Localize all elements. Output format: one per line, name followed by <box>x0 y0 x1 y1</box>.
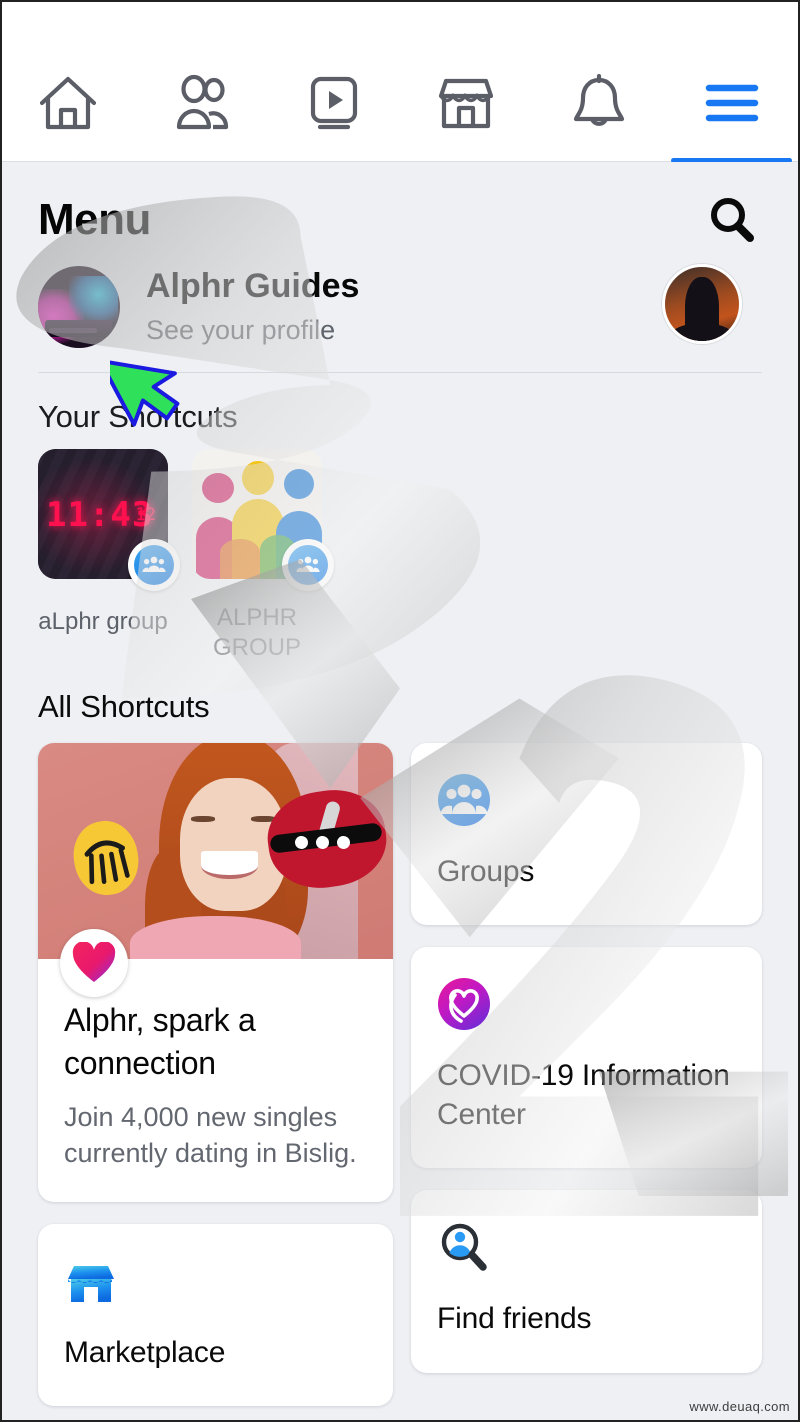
nav-tab-notifications[interactable] <box>533 44 666 162</box>
hamburger-menu-icon <box>705 84 758 121</box>
menu-header: Menu <box>2 162 798 256</box>
search-button[interactable] <box>702 190 762 250</box>
photo-eye-left <box>190 816 216 823</box>
dating-photo <box>38 743 393 959</box>
notifications-bell-icon <box>573 73 625 126</box>
covid-heart-icon <box>437 977 491 1031</box>
shortcut-card-find-friends[interactable]: Find friends <box>411 1190 762 1373</box>
account-avatar[interactable] <box>662 264 742 344</box>
nav-tab-menu[interactable] <box>665 44 798 163</box>
shortcut-card-label: Groups <box>437 855 535 888</box>
nav-tab-friends[interactable] <box>135 44 268 162</box>
shortcut-label: ALPHR GROUP <box>212 604 301 661</box>
menu-screen: Menu Alphr Guides See your profile Your … <box>0 0 800 1422</box>
search-icon <box>711 198 754 242</box>
page-title: Menu <box>38 195 151 244</box>
shortcut-card-label: Find friends <box>437 1302 592 1336</box>
heart-glyph <box>72 942 116 982</box>
profile-name: Alphr Guides <box>146 266 360 305</box>
watermark-url: www.deuaq.com <box>689 1399 790 1414</box>
shortcut-label: aLphr group <box>38 608 168 635</box>
shortcut-thumb[interactable] <box>192 449 334 591</box>
your-shortcuts-title: Your Shortcuts <box>38 399 238 434</box>
profile-subtitle: See your profile <box>146 315 336 346</box>
marketplace-store-icon <box>64 1254 118 1308</box>
video-icon <box>310 76 357 129</box>
dating-card-subtitle: Join 4,000 new singles currently dating … <box>64 1101 357 1169</box>
nav-tab-home[interactable] <box>2 44 135 162</box>
group-badge-icon <box>128 539 180 591</box>
avatar-keyboard <box>49 327 98 334</box>
shortcut-item-alphr-group[interactable]: 11:43 12 aLphr group <box>38 449 180 663</box>
photo-smile <box>201 851 259 880</box>
group-people-glyph <box>296 556 320 572</box>
shortcuts-column-right: Groups COVID-19 Information Center Find … <box>411 743 762 1406</box>
profile-row[interactable]: Alphr Guides See your profile <box>2 256 798 368</box>
shortcut-card-label: Marketplace <box>64 1335 226 1369</box>
menu-content: Menu Alphr Guides See your profile Your … <box>2 162 798 1420</box>
shortcut-thumb[interactable]: 11:43 12 <box>38 449 180 591</box>
clock-secondary: 12 <box>135 505 156 525</box>
all-shortcuts-title: All Shortcuts <box>38 689 210 724</box>
shortcuts-column-left: Alphr, spark a connection Join 4,000 new… <box>38 743 393 1407</box>
group-people-glyph <box>142 556 166 572</box>
figure-overlap-orange <box>220 539 260 579</box>
figure-pink-head <box>202 473 234 503</box>
nav-tab-marketplace[interactable] <box>400 44 533 162</box>
shortcut-card-marketplace[interactable]: Marketplace <box>38 1223 393 1407</box>
dating-heart-icon <box>60 929 128 997</box>
shortcut-card-label: COVID-19 Information Center <box>437 1059 730 1131</box>
profile-avatar[interactable] <box>38 266 120 348</box>
friends-icon <box>176 74 229 129</box>
shortcut-card-covid[interactable]: COVID-19 Information Center <box>411 947 762 1169</box>
home-icon <box>40 76 97 129</box>
dating-card[interactable]: Alphr, spark a connection Join 4,000 new… <box>38 743 393 1202</box>
marketplace-icon <box>439 78 494 128</box>
your-shortcuts-list: 11:43 12 aLphr group ALPHR GROUP <box>2 449 798 663</box>
nav-tab-watch[interactable] <box>267 44 400 162</box>
figure-yellow-head <box>242 461 274 495</box>
profile-text: Alphr Guides See your profile <box>146 266 360 346</box>
dating-card-title: Alphr, spark a connection <box>64 1002 256 1081</box>
top-navigation-bar <box>2 44 798 163</box>
emoji-hand-icon <box>67 815 144 900</box>
find-friends-icon <box>437 1220 491 1274</box>
avatar-glow-cyan <box>69 275 119 322</box>
shortcut-card-groups[interactable]: Groups <box>411 743 762 926</box>
avatar-silhouette-shoulder <box>669 323 735 341</box>
status-bar <box>2 2 798 44</box>
shortcut-item-alphr-group-2[interactable]: ALPHR GROUP <box>192 449 334 663</box>
all-shortcuts-grid: Alphr, spark a connection Join 4,000 new… <box>2 743 798 1407</box>
figure-blue-head <box>284 469 314 499</box>
groups-icon <box>437 773 491 827</box>
group-badge-icon <box>282 539 334 591</box>
